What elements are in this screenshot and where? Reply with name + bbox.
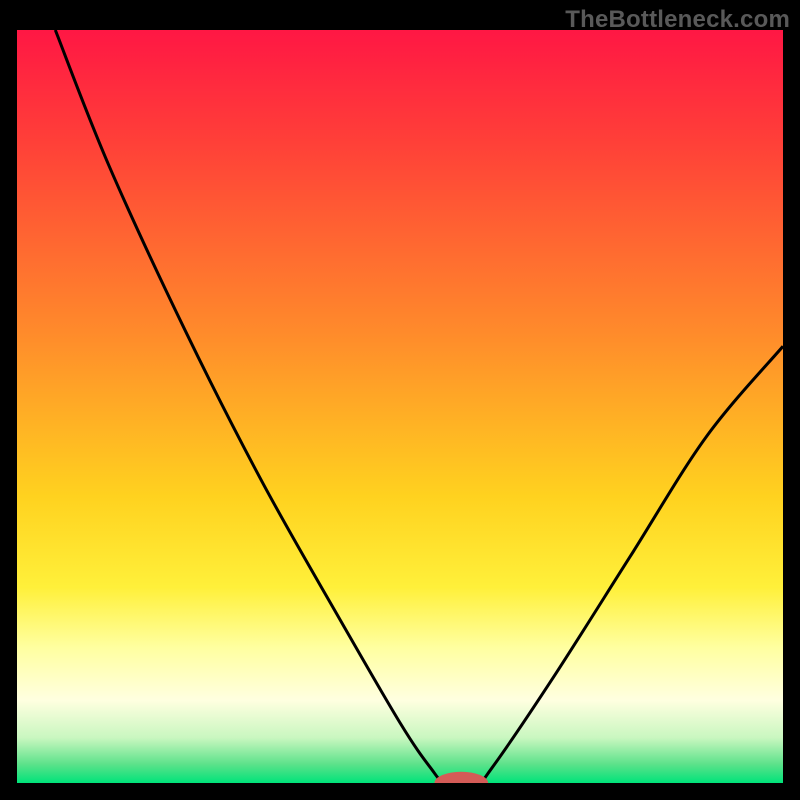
chart-svg [0, 0, 800, 800]
optimal-marker [434, 772, 488, 795]
gradient-background [17, 30, 783, 783]
chart-stage: TheBottleneck.com [0, 0, 800, 800]
